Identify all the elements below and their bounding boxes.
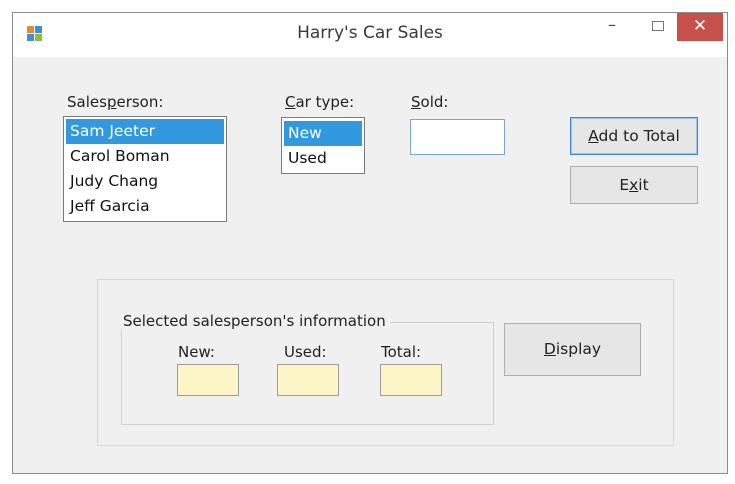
salesperson-listbox[interactable]: Sam Jeeter Carol Boman Judy Chang Jeff G… xyxy=(63,116,227,222)
selected-salesperson-groupbox: Selected salesperson's information New: … xyxy=(119,312,494,425)
car-type-listbox[interactable]: New Used xyxy=(281,117,365,174)
used-label: Used: xyxy=(284,343,327,361)
maximize-icon xyxy=(652,21,664,31)
display-button[interactable]: Display xyxy=(504,323,641,376)
close-icon: ✕ xyxy=(692,16,708,36)
salesperson-label: Salesperson: xyxy=(67,93,164,111)
new-output xyxy=(177,364,239,396)
exit-button[interactable]: Exit xyxy=(570,166,698,204)
app-window: Harry's Car Sales – ✕ Salesperson: Sam J… xyxy=(12,12,728,474)
car-type-label: Car type: xyxy=(285,93,355,111)
list-item-selected[interactable]: New xyxy=(284,121,362,146)
new-label: New: xyxy=(178,343,215,361)
total-label: Total: xyxy=(381,343,422,361)
sold-label: Sold: xyxy=(411,93,449,111)
list-item[interactable]: Judy Chang xyxy=(66,169,224,194)
title-bar: Harry's Car Sales – ✕ xyxy=(13,13,727,57)
minimize-icon: – xyxy=(608,15,616,34)
group-caption: Selected salesperson's information xyxy=(119,312,390,330)
list-item-selected[interactable]: Sam Jeeter xyxy=(66,119,224,144)
info-panel: Selected salesperson's information New: … xyxy=(97,279,674,446)
list-item[interactable]: Jeff Garcia xyxy=(66,194,224,219)
minimize-button[interactable]: – xyxy=(595,13,629,41)
close-button[interactable]: ✕ xyxy=(677,13,723,41)
list-item[interactable]: Used xyxy=(284,146,362,171)
list-item[interactable]: Carol Boman xyxy=(66,144,224,169)
total-output xyxy=(380,364,442,396)
used-output xyxy=(277,364,339,396)
sold-input[interactable] xyxy=(410,119,505,155)
maximize-button[interactable] xyxy=(643,13,673,41)
add-to-total-button[interactable]: Add to Total xyxy=(570,117,698,155)
